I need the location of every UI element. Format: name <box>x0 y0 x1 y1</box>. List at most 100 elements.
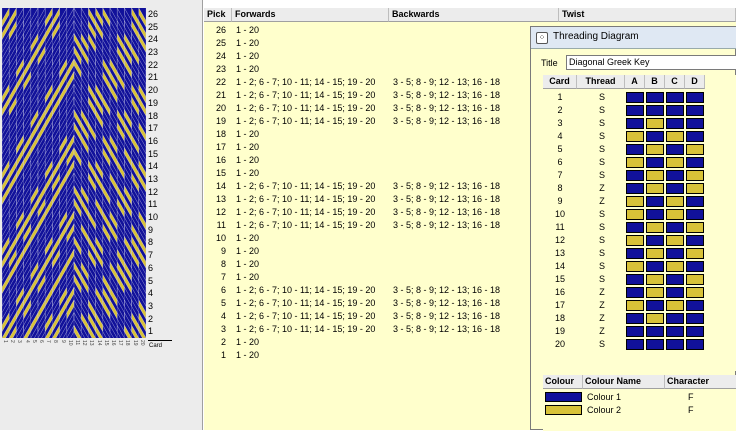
table-row[interactable]: 25 1 - 20 <box>204 37 534 50</box>
hole-c-colour[interactable] <box>666 209 684 220</box>
table-row[interactable]: 22 1 - 2; 6 - 7; 10 - 11; 14 - 15; 19 - 2… <box>204 76 534 89</box>
hole-b-colour[interactable] <box>646 274 664 285</box>
hole-b-colour[interactable] <box>646 157 664 168</box>
thread-direction-cell[interactable]: S <box>579 273 625 286</box>
thread-direction-cell[interactable]: S <box>579 338 625 351</box>
hole-b-colour[interactable] <box>646 235 664 246</box>
hole-a-colour[interactable] <box>626 300 644 311</box>
hole-b-colour[interactable] <box>646 92 664 103</box>
table-row[interactable]: 26 1 - 20 <box>204 24 534 37</box>
thread-direction-cell[interactable]: Z <box>579 195 625 208</box>
hole-c-colour[interactable] <box>666 92 684 103</box>
hole-b-colour[interactable] <box>646 209 664 220</box>
table-row[interactable]: 5 1 - 2; 6 - 7; 10 - 11; 14 - 15; 19 - 20… <box>204 297 534 310</box>
hole-d-colour[interactable] <box>686 118 704 129</box>
hole-d-colour[interactable] <box>686 209 704 220</box>
table-row[interactable]: 1 1 - 20 <box>204 349 534 362</box>
table-row[interactable]: 17 1 - 20 <box>204 141 534 154</box>
threading-row[interactable]: 9Z <box>543 195 733 208</box>
hole-a-colour[interactable] <box>626 248 644 259</box>
table-row[interactable]: 11 1 - 2; 6 - 7; 10 - 11; 14 - 15; 19 - 2… <box>204 219 534 232</box>
hole-c-colour[interactable] <box>666 131 684 142</box>
threading-row[interactable]: 10 S <box>543 208 733 221</box>
hole-d-colour[interactable] <box>686 183 704 194</box>
thread-direction-cell[interactable]: S <box>579 247 625 260</box>
table-row[interactable]: 20 1 - 2; 6 - 7; 10 - 11; 14 - 15; 19 - 2… <box>204 102 534 115</box>
threading-diagram-window[interactable]: ⁘ Threading Diagram Title Diagonal Greek… <box>530 26 736 431</box>
hole-b-colour[interactable] <box>646 261 664 272</box>
hole-c-colour[interactable] <box>666 170 684 181</box>
hole-b-colour[interactable] <box>646 183 664 194</box>
thread-direction-cell[interactable]: S <box>579 130 625 143</box>
threading-row[interactable]: 3S <box>543 117 733 130</box>
table-row[interactable]: 14 1 - 2; 6 - 7; 10 - 11; 14 - 15; 19 - 2… <box>204 180 534 193</box>
hole-a-colour[interactable] <box>626 222 644 233</box>
table-row[interactable]: 2 1 - 20 <box>204 336 534 349</box>
hole-d-column-header[interactable]: D <box>685 75 705 89</box>
thread-direction-cell[interactable]: S <box>579 260 625 273</box>
colour-table[interactable]: Colour Colour Name Character Colour 1 F Co… <box>543 375 736 431</box>
thread-direction-cell[interactable]: S <box>579 91 625 104</box>
thread-direction-cell[interactable]: Z <box>579 325 625 338</box>
threading-row[interactable]: 17 Z <box>543 299 733 312</box>
hole-b-colour[interactable] <box>646 222 664 233</box>
hole-b-colour[interactable] <box>646 144 664 155</box>
thread-direction-cell[interactable]: Z <box>579 286 625 299</box>
hole-a-colour[interactable] <box>626 92 644 103</box>
hole-b-colour[interactable] <box>646 287 664 298</box>
hole-d-colour[interactable] <box>686 313 704 324</box>
hole-a-colour[interactable] <box>626 261 644 272</box>
thread-direction-cell[interactable]: S <box>579 169 625 182</box>
hole-d-colour[interactable] <box>686 287 704 298</box>
hole-d-colour[interactable] <box>686 339 704 350</box>
table-row[interactable]: 23 1 - 20 <box>204 63 534 76</box>
thread-direction-cell[interactable]: S <box>579 156 625 169</box>
hole-c-colour[interactable] <box>666 313 684 324</box>
hole-b-colour[interactable] <box>646 300 664 311</box>
hole-b-colour[interactable] <box>646 118 664 129</box>
hole-a-colour[interactable] <box>626 144 644 155</box>
hole-d-colour[interactable] <box>686 222 704 233</box>
colour-row[interactable]: Colour 1 F <box>543 391 736 404</box>
colour-column-header[interactable]: Colour <box>543 375 583 389</box>
table-row[interactable]: 6 1 - 2; 6 - 7; 10 - 11; 14 - 15; 19 - 20… <box>204 284 534 297</box>
hole-a-colour[interactable] <box>626 209 644 220</box>
threading-row[interactable]: 15 S <box>543 273 733 286</box>
threading-row[interactable]: 18 Z <box>543 312 733 325</box>
hole-d-colour[interactable] <box>686 196 704 207</box>
hole-b-colour[interactable] <box>646 196 664 207</box>
hole-a-colour[interactable] <box>626 326 644 337</box>
hole-b-colour[interactable] <box>646 131 664 142</box>
table-row[interactable]: 3 1 - 2; 6 - 7; 10 - 11; 14 - 15; 19 - 20… <box>204 323 534 336</box>
hole-a-column-header[interactable]: A <box>625 75 645 89</box>
table-row[interactable]: 4 1 - 2; 6 - 7; 10 - 11; 14 - 15; 19 - 20… <box>204 310 534 323</box>
thread-direction-cell[interactable]: S <box>579 221 625 234</box>
hole-c-colour[interactable] <box>666 235 684 246</box>
hole-b-colour[interactable] <box>646 339 664 350</box>
threading-row[interactable]: 14 S <box>543 260 733 273</box>
threading-row[interactable]: 8Z <box>543 182 733 195</box>
hole-b-colour[interactable] <box>646 313 664 324</box>
hole-a-colour[interactable] <box>626 118 644 129</box>
table-row[interactable]: 18 1 - 20 <box>204 128 534 141</box>
table-row[interactable]: 12 1 - 2; 6 - 7; 10 - 11; 14 - 15; 19 - 2… <box>204 206 534 219</box>
hole-a-colour[interactable] <box>626 170 644 181</box>
hole-d-colour[interactable] <box>686 170 704 181</box>
threading-row[interactable]: 5S <box>543 143 733 156</box>
table-row[interactable]: 8 1 - 20 <box>204 258 534 271</box>
table-row[interactable]: 15 1 - 20 <box>204 167 534 180</box>
hole-c-colour[interactable] <box>666 261 684 272</box>
hole-d-colour[interactable] <box>686 157 704 168</box>
hole-d-colour[interactable] <box>686 105 704 116</box>
hole-a-colour[interactable] <box>626 235 644 246</box>
hole-d-colour[interactable] <box>686 248 704 259</box>
hole-c-column-header[interactable]: C <box>665 75 685 89</box>
hole-b-colour[interactable] <box>646 248 664 259</box>
hole-b-colour[interactable] <box>646 170 664 181</box>
hole-c-colour[interactable] <box>666 248 684 259</box>
hole-c-colour[interactable] <box>666 105 684 116</box>
hole-c-colour[interactable] <box>666 274 684 285</box>
hole-a-colour[interactable] <box>626 313 644 324</box>
hole-a-colour[interactable] <box>626 105 644 116</box>
hole-c-colour[interactable] <box>666 287 684 298</box>
